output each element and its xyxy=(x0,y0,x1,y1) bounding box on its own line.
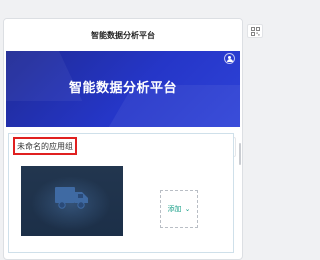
app-group-name: 未命名的应用组 xyxy=(17,141,73,151)
page-title: 智能数据分析平台 xyxy=(91,30,155,40)
banner-title: 智能数据分析平台 xyxy=(68,81,177,96)
app-group-panel: 未命名的应用组 添加 ⌄ xyxy=(8,133,234,253)
app-group-name-highlight[interactable]: 未命名的应用组 xyxy=(13,137,77,155)
qr-code-button[interactable] xyxy=(247,24,263,38)
truck-icon xyxy=(55,187,88,209)
scrollbar-thumb[interactable] xyxy=(239,143,241,165)
preview-title-bar: 智能数据分析平台 xyxy=(4,19,242,51)
add-button[interactable]: 添加 ⌄ xyxy=(160,190,198,228)
chevron-down-icon: ⌄ xyxy=(184,205,191,213)
banner: 智能数据分析平台 xyxy=(6,51,240,127)
qr-code-icon xyxy=(250,26,260,36)
add-label: 添加 xyxy=(167,205,182,213)
app-card[interactable] xyxy=(21,166,123,236)
user-avatar-icon[interactable] xyxy=(224,53,235,64)
